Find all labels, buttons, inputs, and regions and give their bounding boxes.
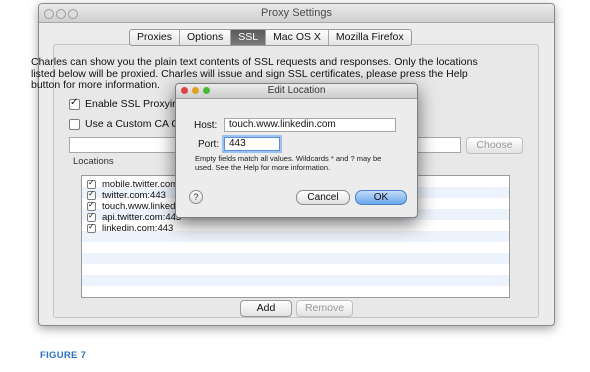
location-text: linkedin.com:443 — [102, 223, 174, 234]
tab-proxies[interactable]: Proxies — [130, 30, 181, 45]
list-item[interactable]: mobile.twitter.com — [81, 178, 181, 190]
tab-mac-os-x[interactable]: Mac OS X — [266, 30, 329, 45]
help-button[interactable]: ? — [189, 190, 203, 204]
tab-mozilla-firefox[interactable]: Mozilla Firefox — [329, 30, 411, 45]
cancel-button[interactable]: Cancel — [296, 190, 350, 205]
ok-button[interactable]: OK — [355, 190, 407, 205]
locations-items: mobile.twitter.com twitter.com:443 touch… — [81, 178, 182, 234]
custom-ca-checkbox[interactable]: Use a Custom CA Ce — [69, 118, 185, 130]
dialog-title: Edit Location — [267, 85, 326, 96]
location-text: mobile.twitter.com — [102, 179, 179, 190]
choose-button[interactable]: Choose — [466, 137, 523, 154]
checkbox-icon[interactable] — [69, 97, 80, 110]
enable-ssl-proxying-checkbox[interactable]: Enable SSL Proxying — [69, 97, 184, 110]
figure-caption: FIGURE 7 — [40, 350, 87, 361]
locations-label: Locations — [73, 156, 114, 167]
checkbox-icon[interactable] — [87, 200, 96, 211]
port-label: Port: — [198, 139, 220, 150]
dialog-hint: Empty fields match all values. Wildcards… — [195, 154, 382, 172]
enable-ssl-proxying-label: Enable SSL Proxying — [85, 98, 184, 110]
location-text: touch.www.linked — [102, 201, 176, 212]
edit-location-dialog: Edit Location Host: touch.www.linkedin.c… — [175, 83, 418, 218]
checkbox-icon[interactable] — [87, 211, 96, 222]
tab-ssl[interactable]: SSL — [231, 30, 267, 45]
custom-ca-label: Use a Custom CA Ce — [85, 118, 185, 130]
checkbox-icon[interactable] — [69, 118, 80, 130]
port-field[interactable]: 443 — [224, 137, 280, 151]
window-titlebar: Proxy Settings — [39, 4, 554, 23]
host-label: Host: — [194, 120, 218, 131]
tab-bar: Proxies Options SSL Mac OS X Mozilla Fir… — [129, 29, 412, 46]
checkbox-icon[interactable] — [87, 189, 96, 200]
list-item[interactable]: twitter.com:443 — [81, 189, 181, 201]
window-title: Proxy Settings — [261, 7, 332, 19]
checkbox-icon[interactable] — [87, 178, 96, 189]
tab-options[interactable]: Options — [180, 30, 232, 45]
list-item[interactable]: api.twitter.com:443 — [81, 211, 182, 223]
dialog-titlebar: Edit Location — [176, 84, 417, 99]
remove-button[interactable]: Remove — [296, 300, 353, 317]
checkbox-icon[interactable] — [87, 222, 96, 233]
add-button[interactable]: Add — [240, 300, 292, 317]
location-text: twitter.com:443 — [102, 190, 166, 201]
list-item[interactable]: touch.www.linked — [81, 200, 181, 212]
list-item[interactable]: linkedin.com:443 — [81, 222, 181, 234]
host-field[interactable]: touch.www.linkedin.com — [224, 118, 396, 132]
location-text: api.twitter.com:443 — [102, 212, 182, 223]
